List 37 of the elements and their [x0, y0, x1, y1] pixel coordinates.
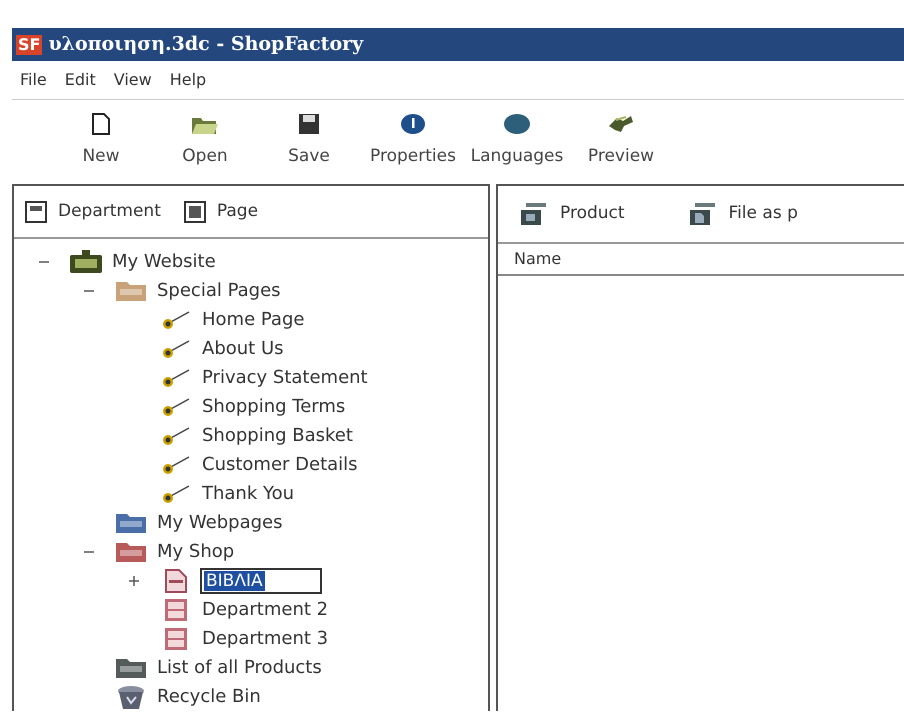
tree-item[interactable]: Thank You: [202, 480, 294, 507]
tree-item[interactable]: Shopping Basket: [202, 422, 353, 449]
menu-item[interactable]: File: [20, 68, 47, 92]
tree-item[interactable]: My Website: [112, 248, 216, 275]
rename-field[interactable]: ΒΙΒΛΙΑ: [200, 568, 322, 594]
globe-icon: [502, 112, 532, 136]
tree-item[interactable]: My Webpages: [157, 509, 282, 536]
toolbar-button[interactable]: Page: [182, 198, 258, 224]
tree-item[interactable]: Department 3: [202, 625, 328, 652]
app-logo: SF: [16, 34, 42, 54]
department-icon: [163, 626, 189, 652]
toolbar-button[interactable]: Product: [518, 201, 625, 227]
tree-item[interactable]: Shopping Terms: [202, 393, 346, 420]
box-icon: [518, 201, 548, 227]
menu-item[interactable]: Edit: [64, 68, 96, 92]
document-icon: [90, 112, 112, 136]
menu-item[interactable]: View: [114, 68, 152, 92]
tree-item[interactable]: Recycle Bin: [157, 683, 261, 710]
tree-item[interactable]: About Us: [202, 335, 284, 362]
menu-item[interactable]: Help: [170, 68, 206, 92]
tree-item[interactable]: Department 2: [202, 596, 328, 623]
website-icon: [68, 248, 104, 274]
tree-item[interactable]: Privacy Statement: [202, 364, 368, 391]
page-icon: [182, 200, 207, 224]
tree-item[interactable]: Special Pages: [157, 277, 281, 304]
column-header[interactable]: Name: [514, 247, 562, 271]
tree-item[interactable]: Home Page: [202, 306, 304, 333]
toolbar-button[interactable]: Department: [24, 198, 161, 224]
department-icon: [24, 200, 48, 224]
department-icon: [163, 596, 189, 622]
tree-item[interactable]: Customer Details: [202, 451, 358, 478]
window-title: υλοποιηση.3dc - ShopFactory: [48, 32, 364, 58]
tree-item[interactable]: List of all Products: [157, 654, 322, 681]
info-icon: [399, 112, 427, 136]
toolbar-button[interactable]: File as p: [686, 201, 798, 227]
page-icon: [163, 568, 189, 594]
tree-item[interactable]: My Shop: [157, 538, 234, 565]
